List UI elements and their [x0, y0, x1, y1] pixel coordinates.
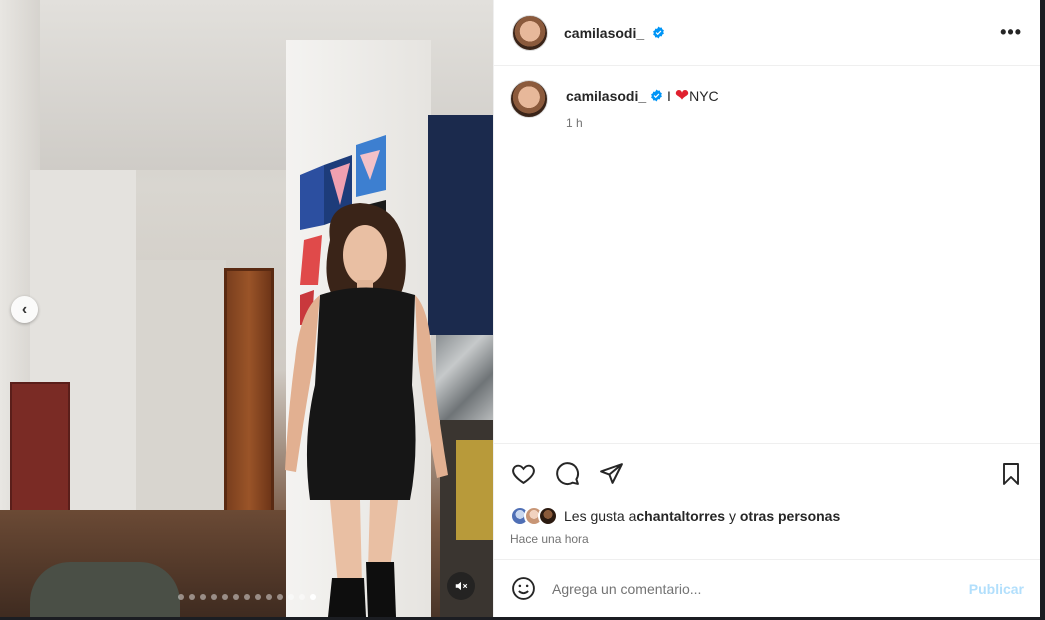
- likes-summary: Les gusta a chantaltorres y otras person…: [494, 503, 1040, 529]
- chevron-left-icon: ‹: [21, 300, 28, 318]
- share-button[interactable]: [598, 461, 624, 487]
- slide-dot: [266, 594, 272, 600]
- bookmark-icon: [1003, 462, 1019, 485]
- photo-hallway: [136, 260, 226, 510]
- slide-dot: [222, 594, 228, 600]
- caption-message: NYC: [689, 88, 719, 104]
- slide-dot: [189, 594, 195, 600]
- caption-timestamp[interactable]: 1 h: [566, 116, 719, 130]
- slide-dot: [200, 594, 206, 600]
- avatar: [538, 506, 558, 526]
- slide-dot: [288, 594, 294, 600]
- slide-dot: [178, 594, 184, 600]
- photo-person: [285, 203, 448, 617]
- smiley-icon: [511, 577, 535, 600]
- more-options-button[interactable]: •••: [1000, 22, 1022, 43]
- slide-dot: [277, 594, 283, 600]
- caption-text: camilasodi_ I ❤NYC: [566, 86, 719, 106]
- caption: camilasodi_ I ❤NYC 1 h: [494, 66, 1040, 443]
- comment-bar: Publicar: [494, 559, 1040, 617]
- slide-dot: [310, 594, 316, 600]
- slide-dot: [244, 594, 250, 600]
- heart-emoji: ❤: [674, 86, 690, 105]
- caption-body: camilasodi_ I ❤NYC 1 h: [566, 86, 719, 429]
- send-icon: [599, 463, 623, 484]
- previous-slide-button[interactable]: ‹: [11, 296, 38, 323]
- mute-button[interactable]: [447, 572, 475, 600]
- photo-bag: [30, 562, 180, 617]
- verified-badge-icon: [651, 89, 663, 102]
- username-text[interactable]: camilasodi_: [564, 25, 644, 41]
- comment-icon: [555, 462, 579, 485]
- photo-towel: [456, 440, 493, 540]
- post-header: camilasodi_ •••: [494, 0, 1040, 66]
- heart-icon: [511, 464, 535, 485]
- like-button[interactable]: [510, 461, 536, 487]
- post-media[interactable]: ‹: [0, 0, 493, 617]
- slide-indicator: [178, 594, 316, 600]
- liker-avatars[interactable]: [510, 506, 558, 526]
- slide-dot: [255, 594, 261, 600]
- post-modal: ‹ camilasodi_ ••• camilasodi_ I ❤NYC 1 h…: [0, 0, 1040, 617]
- action-bar: [494, 443, 1040, 503]
- save-button[interactable]: [998, 461, 1024, 487]
- slide-dot: [233, 594, 239, 600]
- comment-button[interactable]: [554, 461, 580, 487]
- liker-username[interactable]: chantaltorres: [636, 508, 725, 524]
- comment-input[interactable]: [552, 580, 969, 597]
- likes-middle: y: [725, 508, 740, 524]
- verified-badge-icon: [653, 26, 664, 38]
- publish-button[interactable]: Publicar: [969, 581, 1024, 597]
- caption-username[interactable]: camilasodi_: [566, 88, 646, 104]
- other-likers-link[interactable]: otras personas: [740, 508, 840, 524]
- slide-dot: [299, 594, 305, 600]
- post-date[interactable]: Hace una hora: [494, 529, 1040, 549]
- caption-avatar[interactable]: [510, 80, 548, 118]
- likes-prefix: Les gusta a: [564, 508, 637, 524]
- caption-prefix: I: [667, 88, 675, 104]
- post-details-panel: camilasodi_ ••• camilasodi_ I ❤NYC 1 h L…: [493, 0, 1040, 617]
- emoji-button[interactable]: [510, 576, 536, 602]
- muted-speaker-icon: [455, 581, 468, 591]
- slide-dot: [211, 594, 217, 600]
- photo-door: [224, 268, 274, 526]
- post-author-username[interactable]: camilasodi_: [564, 25, 665, 41]
- avatar[interactable]: [512, 14, 548, 51]
